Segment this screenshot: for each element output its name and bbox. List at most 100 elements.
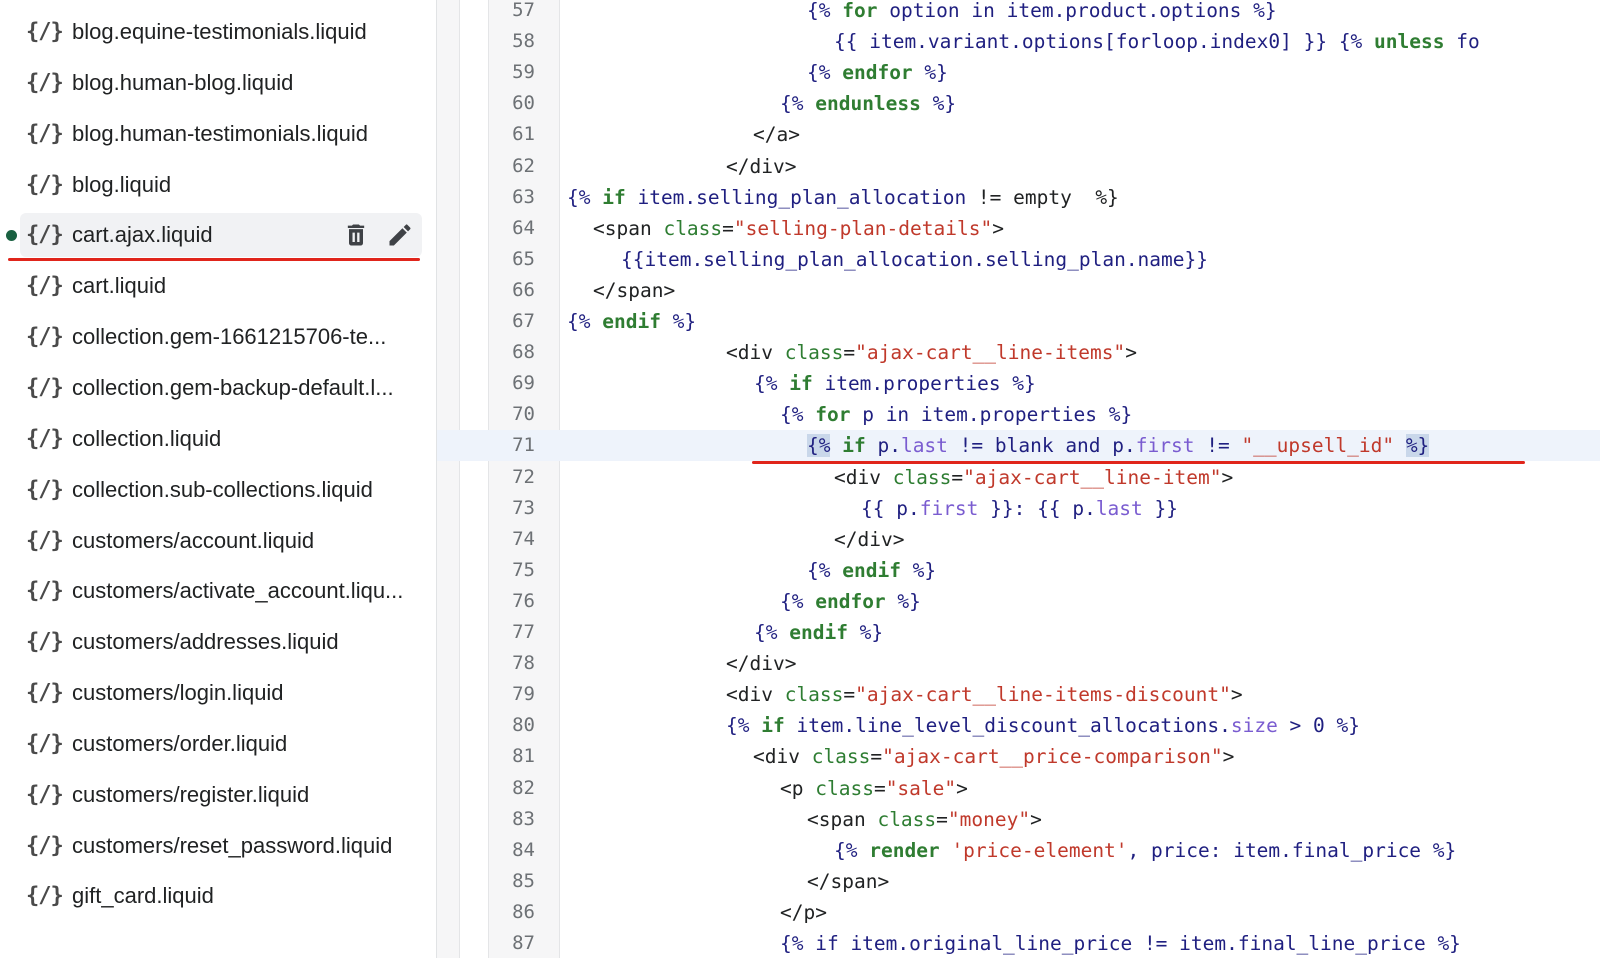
code-line[interactable]: 62 </div>	[437, 151, 1600, 182]
code-line[interactable]: 70 {% for p in item.properties %}	[437, 399, 1600, 430]
pencil-icon[interactable]	[386, 221, 414, 249]
code-line[interactable]: 57 {% for option in item.product.options …	[437, 0, 1600, 26]
code-line[interactable]: 79 <div class="ajax-cart__line-items-disc…	[437, 679, 1600, 710]
code-token: <span	[807, 807, 878, 831]
code-token: =	[951, 465, 964, 489]
file-item[interactable]: {/} blog.human-testimonials.liquid	[20, 112, 422, 156]
code-token: <div	[753, 745, 812, 769]
code-line[interactable]: 74 </div>	[437, 524, 1600, 555]
code-line[interactable]: 83 <span class="money">	[437, 804, 1600, 835]
code-line[interactable]: 68 <div class="ajax-cart__line-items">	[437, 337, 1600, 368]
file-item[interactable]: {/} cart.ajax.liquid	[20, 213, 422, 258]
code-text: {% if item.properties %}	[754, 368, 1036, 399]
code-token: p.	[865, 434, 901, 458]
code-token: <div	[726, 683, 785, 707]
code-token: option in item.product.options %}	[877, 0, 1277, 22]
code-line[interactable]: 76 {% endfor %}	[437, 586, 1600, 617]
liquid-file-icon: {/}	[26, 883, 64, 909]
code-token: %}	[900, 558, 937, 582]
file-item[interactable]: {/} customers/order.liquid	[20, 722, 422, 766]
liquid-file-icon: {/}	[26, 833, 64, 859]
code-line[interactable]: 59 {% endfor %}	[437, 57, 1600, 88]
code-text: <div class="ajax-cart__line-items">	[726, 337, 1137, 368]
code-line[interactable]: 84 {% render 'price-element', price: item…	[437, 835, 1600, 866]
code-token: render	[869, 838, 940, 862]
code-line[interactable]: 72 <div class="ajax-cart__line-item">	[437, 462, 1600, 493]
file-item[interactable]: {/} collection.gem-1661215706-te...	[20, 315, 422, 359]
file-item[interactable]: {/} customers/activate_account.liqu...	[20, 569, 422, 613]
code-text: {% endif %}	[807, 555, 936, 586]
file-name: collection.gem-1661215706-te...	[72, 324, 387, 350]
code-line[interactable]: 67 {% endif %}	[437, 306, 1600, 337]
code-line[interactable]: 81 <div class="ajax-cart__price-compariso…	[437, 741, 1600, 772]
liquid-file-icon: {/}	[26, 172, 64, 198]
file-item[interactable]: {/} blog.equine-testimonials.liquid	[20, 10, 422, 54]
code-line[interactable]: 69 {% if item.properties %}	[437, 368, 1600, 399]
file-item[interactable]: {/} collection.gem-backup-default.l...	[20, 366, 422, 410]
code-line[interactable]: 64 <span class="selling-plan-details">	[437, 213, 1600, 244]
code-line[interactable]: 71 {% if p.last != blank and p.first != "…	[437, 430, 1600, 462]
code-token: %}	[912, 61, 948, 85]
code-token: item.line_level_discount_allocations.	[784, 714, 1231, 738]
line-number: 78	[512, 652, 535, 675]
file-item[interactable]: {/} blog.human-blog.liquid	[20, 61, 422, 105]
file-item[interactable]: {/} collection.sub-collections.liquid	[20, 468, 422, 512]
annotation-underline-cart-ajax	[8, 258, 420, 261]
file-item[interactable]: {/} customers/register.liquid	[20, 773, 422, 817]
code-line[interactable]: 82 <p class="sale">	[437, 773, 1600, 804]
file-item[interactable]: {/} customers/addresses.liquid	[20, 620, 422, 664]
line-number: 85	[512, 869, 535, 892]
file-name: cart.ajax.liquid	[72, 222, 213, 248]
code-line[interactable]: 85 </span>	[437, 866, 1600, 897]
code-line[interactable]: 78 </div>	[437, 648, 1600, 679]
code-line[interactable]: 77 {% endif %}	[437, 617, 1600, 648]
line-number: 63	[512, 185, 535, 208]
file-item[interactable]: {/} cart.liquid	[20, 264, 422, 308]
liquid-file-icon: {/}	[26, 680, 64, 706]
code-token: p in item.properties %}	[850, 403, 1133, 427]
code-line[interactable]: 87 {% if item.original_line_price != item…	[437, 928, 1600, 958]
file-name: customers/account.liquid	[72, 527, 315, 553]
line-number: 87	[512, 932, 535, 954]
code-token: =	[843, 683, 856, 707]
code-token: "ajax-cart__price-comparison"	[882, 745, 1223, 769]
trash-icon[interactable]	[342, 221, 370, 249]
code-token: !=	[1194, 434, 1242, 458]
code-token: if	[842, 434, 866, 458]
code-text: </p>	[780, 897, 827, 928]
code-line[interactable]: 60 {% endunless %}	[437, 88, 1600, 119]
file-name: gift_card.liquid	[72, 883, 214, 909]
code-text: <span class="selling-plan-details">	[593, 213, 1004, 244]
code-token: >	[956, 776, 968, 800]
file-name: blog.human-testimonials.liquid	[72, 120, 368, 146]
file-browser-sidebar: {/} blog.equine-testimonials.liquid {/} blo…	[0, 0, 436, 958]
file-item[interactable]: {/} customers/reset_password.liquid	[20, 824, 422, 868]
code-editor[interactable]: 57 {% for option in item.product.options …	[437, 0, 1600, 958]
code-line[interactable]: 61 </a>	[437, 119, 1600, 150]
code-line[interactable]: 75 {% endif %}	[437, 555, 1600, 586]
file-item[interactable]: {/} customers/login.liquid	[20, 671, 422, 715]
code-token: >	[1125, 341, 1137, 365]
code-line[interactable]: 63 {% if item.selling_plan_allocation != …	[437, 182, 1600, 213]
code-line[interactable]: 80 {% if item.line_level_discount_allocat…	[437, 710, 1600, 741]
code-text: {% render 'price-element', price: item.f…	[834, 835, 1456, 866]
file-item[interactable]: {/} blog.liquid	[20, 163, 422, 207]
line-number: 71	[512, 434, 535, 457]
line-number: 64	[512, 216, 535, 239]
code-line[interactable]: 58 {{ item.variant.options[forloop.index0…	[437, 26, 1600, 57]
code-line[interactable]: 86 </p>	[437, 897, 1600, 928]
line-number: 66	[512, 278, 535, 301]
code-token: {%	[780, 403, 816, 427]
code-token: %}	[660, 310, 697, 333]
code-token: endfor	[842, 61, 913, 85]
file-item[interactable]: {/} gift_card.liquid	[20, 874, 422, 918]
code-line[interactable]: 65 {{item.selling_plan_allocation.selling…	[437, 244, 1600, 275]
code-line[interactable]: 66 </span>	[437, 275, 1600, 306]
liquid-file-icon: {/}	[26, 70, 64, 96]
code-token: class	[663, 216, 723, 240]
code-line[interactable]: 73 {{ p.first }}: {{ p.last }}	[437, 493, 1600, 524]
code-token: =	[870, 745, 883, 769]
file-item[interactable]: {/} customers/account.liquid	[20, 519, 422, 563]
file-item[interactable]: {/} collection.liquid	[20, 417, 422, 461]
